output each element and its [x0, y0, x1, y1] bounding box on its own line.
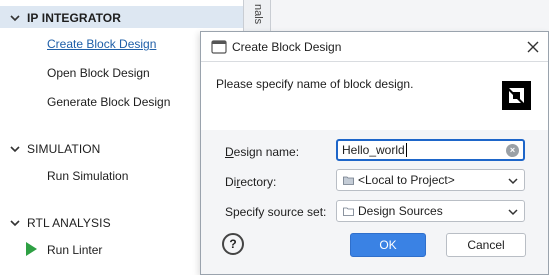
- dialog-description: Please specify name of block design.: [216, 77, 414, 91]
- section-rtl-analysis[interactable]: RTL ANALYSIS: [0, 213, 111, 233]
- directory-dropdown[interactable]: <Local to Project>: [336, 169, 525, 191]
- amd-logo: [502, 81, 531, 110]
- source-set-dropdown[interactable]: Design Sources: [336, 200, 525, 222]
- section-simulation[interactable]: SIMULATION: [0, 139, 100, 159]
- section-ip-integrator[interactable]: IP INTEGRATOR: [0, 8, 121, 28]
- chevron-down-icon[interactable]: [8, 216, 22, 230]
- directory-value: <Local to Project>: [358, 173, 455, 187]
- design-name-input[interactable]: Hello_world ×: [336, 139, 525, 161]
- source-set-value: Design Sources: [358, 204, 443, 218]
- ok-button[interactable]: OK: [350, 233, 426, 257]
- run-linter-link[interactable]: Run Linter: [47, 243, 102, 257]
- chevron-down-icon[interactable]: [8, 11, 22, 25]
- directory-label: Directory:: [225, 175, 277, 189]
- side-tab-label: nals: [252, 4, 264, 25]
- section-label: IP INTEGRATOR: [27, 11, 121, 25]
- design-name-value: Hello_world: [342, 143, 405, 157]
- play-icon[interactable]: [26, 242, 37, 256]
- run-simulation-link[interactable]: Run Simulation: [47, 169, 128, 183]
- generate-block-design-link[interactable]: Generate Block Design: [47, 95, 170, 109]
- folder-icon: [343, 206, 354, 216]
- close-icon[interactable]: [524, 38, 542, 56]
- create-block-design-link[interactable]: Create Block Design: [47, 37, 156, 51]
- dialog-header: Please specify name of block design.: [201, 61, 548, 131]
- chevron-down-icon[interactable]: [8, 142, 22, 156]
- text-caret: [405, 143, 407, 157]
- source-set-label: Specify source set:: [225, 205, 327, 219]
- open-block-design-link[interactable]: Open Block Design: [47, 66, 150, 80]
- cancel-button[interactable]: Cancel: [446, 233, 526, 257]
- section-label: RTL ANALYSIS: [27, 216, 111, 230]
- folder-icon: [343, 175, 354, 185]
- design-name-label: Design name:: [225, 145, 300, 159]
- clear-icon[interactable]: ×: [506, 144, 519, 157]
- create-block-design-dialog: Create Block Design Please specify name …: [200, 31, 549, 275]
- app-icon: [211, 39, 227, 55]
- help-icon[interactable]: ?: [222, 233, 244, 255]
- dialog-title: Create Block Design: [232, 39, 342, 54]
- dialog-titlebar[interactable]: Create Block Design: [201, 32, 548, 61]
- section-label: SIMULATION: [27, 142, 101, 156]
- dropdown-arrow-icon[interactable]: [508, 175, 518, 185]
- dropdown-arrow-icon[interactable]: [508, 206, 518, 216]
